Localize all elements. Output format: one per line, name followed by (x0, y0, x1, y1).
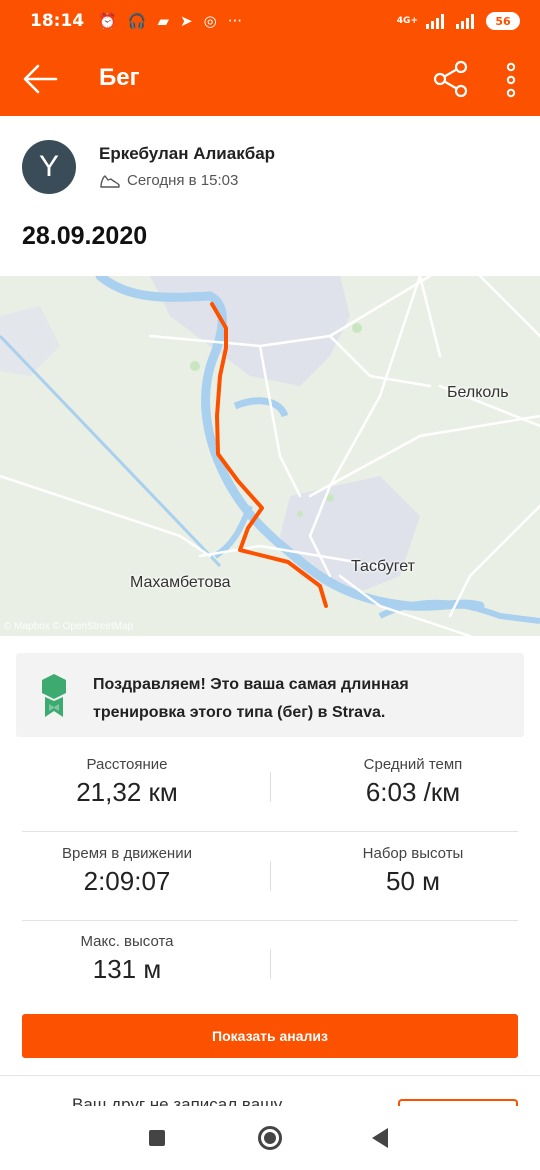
map-label-belkol: Белколь (447, 384, 509, 401)
road (0, 474, 212, 558)
avatar[interactable]: Y (22, 140, 76, 194)
stat-divider (270, 861, 271, 891)
message-icon: ▰ (157, 12, 170, 30)
signal-icon-2 (456, 14, 474, 29)
notification-icons: ⏰ 🎧 ▰ ➤ ◎ ··· (98, 12, 242, 30)
status-bar: 18:14 ⏰ 🎧 ▰ ➤ ◎ ··· 4G+ 56 (0, 0, 540, 42)
share-icon[interactable] (432, 60, 470, 98)
app-bar: Бег (0, 42, 540, 116)
stat-label: Расстояние (86, 756, 168, 773)
stat-label: Время в движении (62, 845, 192, 862)
row-divider (22, 831, 518, 832)
urban-area-south (280, 476, 420, 596)
stat-label: Средний темп (363, 756, 463, 773)
status-right: 4G+ 56 (397, 12, 520, 30)
status-time: 18:14 (30, 11, 85, 31)
river-east (378, 599, 540, 624)
park (297, 511, 303, 517)
stat-divider (270, 949, 271, 979)
map-label-tasbuget: Тасбугет (351, 558, 415, 575)
badge-icon (42, 674, 66, 717)
stat-label: Макс. высота (80, 933, 174, 950)
urban-area-north (150, 276, 350, 386)
stat-value: 21,32 км (76, 777, 178, 807)
stat-label: Набор высоты (362, 845, 464, 862)
map-label-makhambetova: Махамбетова (130, 574, 231, 591)
instagram-icon: ◎ (203, 12, 217, 30)
page-title: Бег (99, 64, 140, 91)
more-vertical-icon[interactable] (496, 62, 526, 98)
network-label: 4G+ (396, 15, 418, 26)
headphones-icon: 🎧 (127, 12, 147, 30)
more-dots-icon: ··· (227, 12, 243, 30)
park (190, 361, 200, 371)
stat-value: 6:03 /км (365, 777, 461, 807)
alarm-icon: ⏰ (98, 12, 117, 30)
stat-value: 131 м (92, 954, 162, 984)
activity-timestamp: Сегодня в 15:03 (127, 172, 239, 189)
back-arrow-icon[interactable] (22, 62, 58, 96)
athlete-name[interactable]: Еркебулан Алиакбар (99, 144, 275, 164)
battery-indicator: 56 (486, 12, 520, 30)
stat-distance: Расстояние 21,32 км (22, 756, 232, 808)
road (418, 276, 442, 358)
route-map[interactable]: Белколь Тасбугет Махамбетова © Mapbox © … (0, 276, 540, 636)
row-divider (22, 920, 518, 921)
activity-meta: Сегодня в 15:03 (99, 172, 238, 189)
road (478, 276, 540, 338)
achievement-text: Поздравляем! Это ваша самая длинная трен… (93, 676, 409, 721)
stat-value: 50 м (385, 866, 441, 896)
telegram-icon: ➤ (180, 12, 193, 30)
shoe-icon (100, 174, 120, 188)
map-canvas (0, 276, 540, 636)
activity-date: 28.09.2020 (22, 222, 148, 250)
road (328, 334, 432, 388)
stat-elevation-gain: Набор высоты 50 м (308, 845, 518, 897)
recents-icon[interactable] (149, 1130, 165, 1146)
road (448, 504, 540, 618)
stat-max-elevation: Макс. высота 131 м (22, 933, 232, 985)
park (352, 323, 362, 333)
river-branch (233, 397, 289, 418)
stat-divider (270, 772, 271, 802)
map-attribution[interactable]: © Mapbox © OpenStreetMap (4, 621, 133, 632)
stat-pace: Средний темп 6:03 /км (308, 756, 518, 808)
signal-icon (426, 14, 444, 29)
achievement-banner: Поздравляем! Это ваша самая длинная трен… (16, 653, 524, 737)
system-nav-bar (0, 1106, 540, 1170)
stat-moving-time: Время в движении 2:09:07 (22, 845, 232, 897)
home-icon[interactable] (258, 1126, 282, 1150)
stat-value: 2:09:07 (83, 866, 171, 896)
section-divider (0, 1075, 540, 1076)
canal (0, 334, 222, 568)
nav-back-icon[interactable] (372, 1128, 388, 1148)
show-analysis-button[interactable]: Показать анализ (22, 1014, 518, 1058)
